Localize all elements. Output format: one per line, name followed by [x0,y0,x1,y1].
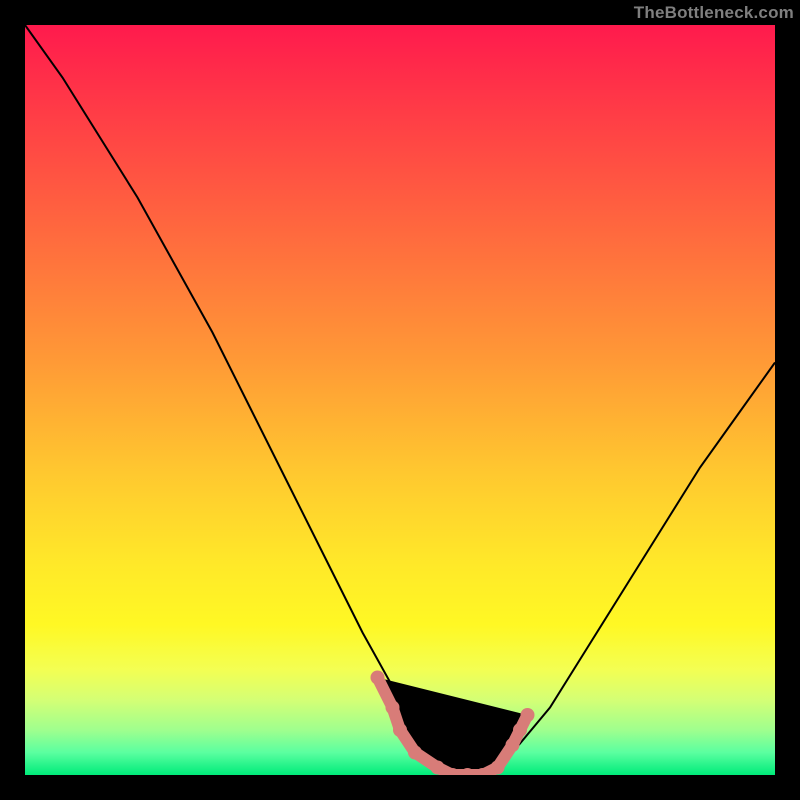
marker-dot [513,723,527,737]
marker-dot [491,761,505,775]
marker-dot [386,701,400,715]
markers-group [371,671,535,776]
marker-dot [506,738,520,752]
bottleneck-curve [25,25,775,775]
marker-dot [521,708,535,722]
plot-area [25,25,775,775]
chart-stage: TheBottleneck.com [0,0,800,800]
marker-dot [408,746,422,760]
marker-dot [431,761,445,775]
watermark-text: TheBottleneck.com [634,0,794,25]
marker-dot [393,723,407,737]
marker-dot [371,671,385,685]
curve-layer [25,25,775,775]
